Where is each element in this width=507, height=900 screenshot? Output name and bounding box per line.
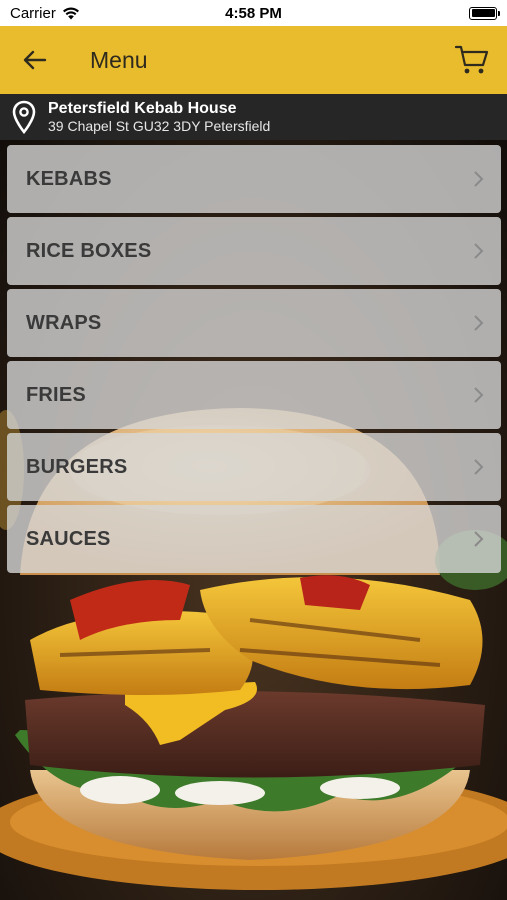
back-button[interactable] — [0, 26, 70, 94]
location-bar[interactable]: Petersfield Kebab House 39 Chapel St GU3… — [0, 94, 507, 140]
map-pin-icon — [12, 100, 36, 134]
menu-item-label: KEBABS — [26, 167, 112, 190]
page-title: Menu — [90, 46, 148, 73]
cart-button[interactable] — [437, 26, 507, 94]
status-bar: Carrier 4:58 PM — [0, 0, 507, 26]
restaurant-name: Petersfield Kebab House — [48, 100, 237, 117]
battery-icon — [469, 6, 500, 20]
chevron-right-icon — [474, 459, 484, 475]
menu-item-burgers[interactable]: BURGERS — [7, 433, 501, 501]
menu-item-fries[interactable]: FRIES — [7, 361, 501, 429]
chevron-right-icon — [474, 315, 484, 331]
menu-item-wraps[interactable]: WRAPS — [7, 289, 501, 357]
chevron-right-icon — [474, 531, 484, 547]
carrier-label: Carrier — [10, 4, 56, 22]
menu-item-label: SAUCES — [26, 527, 111, 550]
chevron-right-icon — [474, 243, 484, 259]
menu-category-list: KEBABS RICE BOXES WRAPS FRIES BURGERS SA… — [7, 145, 501, 573]
menu-item-rice-boxes[interactable]: RICE BOXES — [7, 217, 501, 285]
menu-item-label: RICE BOXES — [26, 239, 152, 262]
location-icon-wrap — [0, 100, 48, 134]
arrow-left-icon — [23, 50, 47, 70]
status-left: Carrier — [10, 5, 80, 22]
wifi-icon — [62, 7, 79, 19]
restaurant-address: 39 Chapel St GU32 3DY Petersfield — [48, 118, 271, 135]
menu-item-kebabs[interactable]: KEBABS — [7, 145, 501, 213]
menu-item-label: WRAPS — [26, 311, 102, 334]
chevron-right-icon — [474, 387, 484, 403]
menu-item-sauces[interactable]: SAUCES — [7, 505, 501, 573]
location-text: Petersfield Kebab House 39 Chapel St GU3… — [48, 99, 270, 135]
chevron-right-icon — [474, 171, 484, 187]
cart-icon — [455, 45, 489, 74]
menu-item-label: BURGERS — [26, 455, 128, 478]
app-bar: Menu — [0, 26, 507, 94]
menu-item-label: FRIES — [26, 383, 86, 406]
